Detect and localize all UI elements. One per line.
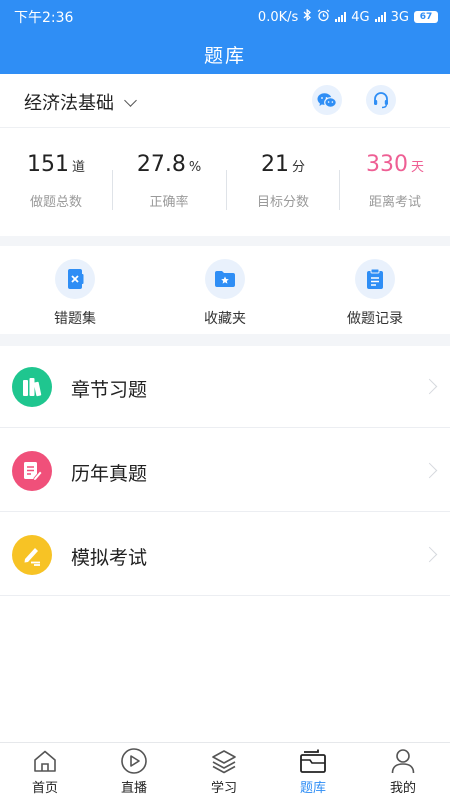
menu-item-mock-exam[interactable]: 模拟考试 xyxy=(0,514,450,596)
menu-label: 模拟考试 xyxy=(71,547,148,569)
tab-home[interactable]: 首页 xyxy=(10,747,80,796)
stat-unit: % xyxy=(188,160,202,175)
wechat-icon xyxy=(317,92,337,108)
bottom-tab-bar: 首页 直播 学习 题库 我的 xyxy=(0,742,450,800)
tool-label: 收藏夹 xyxy=(204,311,246,327)
battery-icon: 67 xyxy=(414,11,438,23)
tools-row: 错题集 收藏夹 做题记录 xyxy=(0,246,450,334)
customer-service-button[interactable] xyxy=(366,85,396,115)
stat-value: 27.8 xyxy=(136,152,186,177)
wrong-questions-button[interactable]: 错题集 xyxy=(20,259,130,328)
tab-label: 首页 xyxy=(31,781,58,796)
tab-label: 我的 xyxy=(389,781,416,796)
menu-item-past-exams[interactable]: 历年真题 xyxy=(0,430,450,512)
menu-icon-bg xyxy=(12,367,52,407)
stat-value: 21 xyxy=(260,152,289,177)
favorites-button[interactable]: 收藏夹 xyxy=(170,259,280,328)
play-icon xyxy=(121,748,147,774)
subject-selector[interactable]: 经济法基础 xyxy=(24,89,137,115)
menu-icon-bg xyxy=(12,535,52,575)
stat-target-score: 21 分 目标分数 xyxy=(227,152,339,210)
books-icon xyxy=(23,378,42,397)
stat-value: 151 xyxy=(26,152,69,177)
signal-icon-1 xyxy=(335,12,347,22)
tab-label: 直播 xyxy=(120,781,147,796)
status-time: 下午2:36 xyxy=(14,10,74,26)
wechat-button[interactable] xyxy=(312,85,342,115)
subject-name: 经济法基础 xyxy=(24,93,114,114)
network-type-1: 4G xyxy=(351,9,370,25)
home-icon xyxy=(34,750,56,772)
chevron-right-icon xyxy=(421,378,438,395)
headset-icon xyxy=(374,92,388,109)
record-clipboard-icon xyxy=(367,268,383,289)
tab-label: 学习 xyxy=(210,781,237,796)
status-bar: 下午2:36 0.0K/s 4G 3G 67 xyxy=(0,0,450,34)
menu-icon-bg xyxy=(12,451,52,491)
bluetooth-icon xyxy=(303,8,312,25)
chevron-down-icon xyxy=(124,93,137,107)
stat-days-to-exam: 330 天 距离考试 xyxy=(339,152,450,210)
stat-value: 330 xyxy=(365,152,408,177)
stats-panel: 151 道 做题总数 27.8% 正确率 21 分 目标分数 330 天 距离考试 xyxy=(0,128,450,236)
stat-unit: 天 xyxy=(410,160,424,175)
section-gap xyxy=(0,334,450,346)
tab-live[interactable]: 直播 xyxy=(99,747,169,796)
tool-label: 做题记录 xyxy=(347,311,403,327)
stat-unit: 道 xyxy=(71,160,85,175)
question-bank-icon xyxy=(300,749,326,773)
tool-label: 错题集 xyxy=(54,311,96,327)
menu-item-chapter-exercises[interactable]: 章节习题 xyxy=(0,346,450,428)
chevron-right-icon xyxy=(421,546,438,563)
practice-record-button[interactable]: 做题记录 xyxy=(320,259,430,328)
stat-label: 目标分数 xyxy=(256,195,309,210)
profile-icon xyxy=(391,749,415,774)
favorites-folder-icon xyxy=(215,271,235,287)
alarm-icon xyxy=(317,9,330,26)
menu-label: 章节习题 xyxy=(71,379,148,401)
tab-study[interactable]: 学习 xyxy=(189,747,259,796)
exam-pen-icon xyxy=(24,548,40,566)
stat-label: 做题总数 xyxy=(29,195,82,210)
status-indicators: 0.0K/s 4G 3G 67 xyxy=(257,8,438,26)
stat-label: 距离考试 xyxy=(368,195,421,210)
tab-me[interactable]: 我的 xyxy=(368,747,438,796)
tab-label: 题库 xyxy=(299,781,326,796)
stat-total-questions: 151 道 做题总数 xyxy=(0,152,112,210)
network-speed: 0.0K/s xyxy=(257,9,299,25)
tab-question-bank[interactable]: 题库 xyxy=(278,747,348,796)
stat-accuracy: 27.8% 正确率 xyxy=(113,152,225,210)
chevron-right-icon xyxy=(421,462,438,479)
network-type-2: 3G xyxy=(390,9,409,25)
paper-pen-icon xyxy=(24,462,43,482)
section-gap xyxy=(0,236,450,246)
stat-unit: 分 xyxy=(291,160,305,175)
page-title: 题库 xyxy=(203,44,246,67)
layers-icon xyxy=(212,750,236,774)
app-header: 下午2:36 0.0K/s 4G 3G 67 题库 xyxy=(0,0,450,74)
subject-row: 经济法基础 xyxy=(0,74,450,128)
signal-icon-2 xyxy=(374,12,386,22)
wrong-questions-icon xyxy=(68,269,84,289)
stat-label: 正确率 xyxy=(149,195,189,210)
menu-label: 历年真题 xyxy=(71,463,148,485)
